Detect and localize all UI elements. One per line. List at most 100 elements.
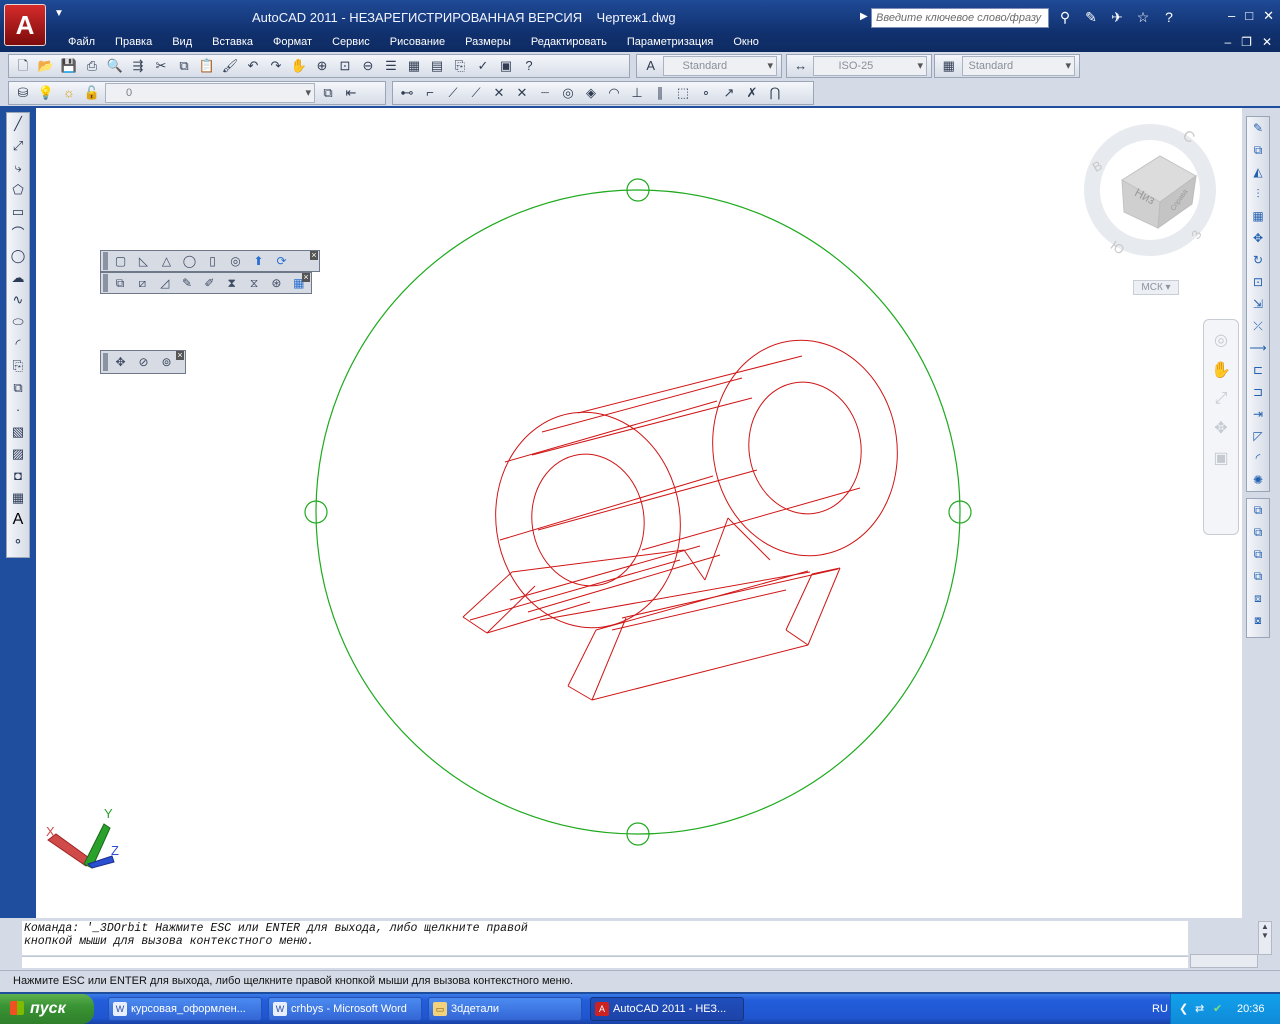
design-center-icon[interactable]: ▦ bbox=[404, 56, 424, 76]
stretch-icon[interactable]: ⇲ bbox=[1247, 293, 1269, 315]
box-icon[interactable]: ▢ bbox=[110, 252, 131, 270]
communication-icon[interactable]: ✈ bbox=[1107, 8, 1127, 26]
snap-from-icon[interactable]: ⌐ bbox=[420, 83, 440, 103]
revision-cloud-icon[interactable]: ☁ bbox=[7, 267, 29, 289]
hatch-icon[interactable]: ▧ bbox=[7, 421, 29, 443]
doc-minimize-button[interactable]: – bbox=[1224, 35, 1231, 49]
snap-nearest-icon[interactable]: ↗ bbox=[719, 83, 739, 103]
send-under-icon[interactable]: ⧉ bbox=[1247, 565, 1269, 587]
binoculars-icon[interactable]: ⚲ bbox=[1055, 8, 1075, 26]
make-current-layer-icon[interactable]: ⧉ bbox=[318, 83, 338, 103]
arc-icon[interactable]: ⌒ bbox=[7, 223, 29, 245]
minimize-button[interactable]: – bbox=[1228, 8, 1235, 24]
start-button[interactable]: пуск bbox=[0, 994, 94, 1024]
cut-icon[interactable]: ✂ bbox=[151, 56, 171, 76]
revolve-icon[interactable]: ⟳ bbox=[271, 252, 292, 270]
steering-wheel-icon[interactable]: ◎ bbox=[1204, 330, 1238, 350]
copy-object-icon[interactable]: ⧉ bbox=[1247, 139, 1269, 161]
table-style-icon[interactable]: ▦ bbox=[939, 56, 959, 76]
extract-edges-icon[interactable]: ✐ bbox=[199, 274, 219, 292]
taskbar-item-word[interactable]: Wcrhbys - Microsoft Word bbox=[268, 997, 422, 1021]
pan-icon[interactable]: ✋ bbox=[289, 56, 309, 76]
gradient-icon[interactable]: ▨ bbox=[7, 443, 29, 465]
zoom-window-icon[interactable]: ⊡ bbox=[335, 56, 355, 76]
favorites-icon[interactable]: ☆ bbox=[1133, 8, 1153, 26]
infocenter-expand-icon[interactable]: ▶ bbox=[860, 11, 868, 22]
clock[interactable]: 20:36 bbox=[1237, 994, 1265, 1024]
text-to-front-icon[interactable]: ⧈ bbox=[1247, 587, 1269, 609]
continuous-orbit-icon[interactable]: ⊚ bbox=[156, 353, 177, 371]
snap-extension-icon[interactable]: ┈ bbox=[535, 83, 555, 103]
offset-icon[interactable]: ⫶ bbox=[1247, 183, 1269, 205]
snap-midpoint-icon[interactable]: ⟋ bbox=[466, 83, 486, 103]
print-icon[interactable]: ⎙ bbox=[82, 56, 102, 76]
make-block-icon[interactable]: ⧉ bbox=[7, 377, 29, 399]
layer-lock-icon[interactable]: 🔓 bbox=[82, 83, 102, 103]
table-style-select[interactable]: Standard bbox=[961, 56, 1075, 76]
separate-icon[interactable]: ⧗ bbox=[222, 274, 242, 292]
dim-style-icon[interactable]: ↔ bbox=[791, 56, 810, 76]
doc-close-button[interactable]: ✕ bbox=[1262, 35, 1272, 49]
torus-icon[interactable]: ◎ bbox=[225, 252, 246, 270]
text-style-select[interactable]: Standard bbox=[663, 56, 777, 76]
snap-parallel-icon[interactable]: ∥ bbox=[650, 83, 670, 103]
menu-modify[interactable]: Редактировать bbox=[521, 36, 617, 48]
publish-icon[interactable]: ⇶ bbox=[128, 56, 148, 76]
menu-tools[interactable]: Сервис bbox=[322, 36, 380, 48]
circle-icon[interactable]: ◯ bbox=[7, 245, 29, 267]
send-to-back-icon[interactable]: ⧉ bbox=[1247, 521, 1269, 543]
markup-icon[interactable]: ✓ bbox=[473, 56, 493, 76]
text-style-icon[interactable]: A bbox=[641, 56, 660, 76]
break-at-point-icon[interactable]: ⊏ bbox=[1247, 359, 1269, 381]
layer-select[interactable]: 0 bbox=[105, 83, 315, 103]
maximize-button[interactable]: □ bbox=[1245, 8, 1253, 24]
properties-icon[interactable]: ☰ bbox=[381, 56, 401, 76]
copy-icon[interactable]: ⧉ bbox=[174, 56, 194, 76]
pan-nav-icon[interactable]: ✋ bbox=[1204, 360, 1238, 380]
security-icon[interactable]: ✔ bbox=[1213, 994, 1222, 1024]
cone-icon[interactable]: △ bbox=[156, 252, 177, 270]
command-scrollbar[interactable]: ▲ ▼ bbox=[1258, 921, 1272, 955]
construction-line-icon[interactable]: ⤢ bbox=[7, 135, 29, 157]
explode-icon[interactable]: ✺ bbox=[1247, 469, 1269, 491]
trim-icon[interactable]: ⤫ bbox=[1247, 315, 1269, 337]
layer-thaw-icon[interactable]: ☼ bbox=[59, 83, 79, 103]
ucs-menu-button[interactable]: МСК ▾ bbox=[1133, 280, 1179, 295]
snap-perpendicular-icon[interactable]: ⊥ bbox=[627, 83, 647, 103]
imprint-icon[interactable]: ✎ bbox=[177, 274, 197, 292]
toolbar-grip[interactable] bbox=[103, 252, 108, 270]
chamfer-icon[interactable]: ◸ bbox=[1247, 425, 1269, 447]
ellipse-icon[interactable]: ⬭ bbox=[7, 311, 29, 333]
doc-restore-button[interactable]: ❐ bbox=[1241, 35, 1252, 49]
polyline-icon[interactable]: ⤷ bbox=[7, 157, 29, 179]
polygon-icon[interactable]: ⬠ bbox=[7, 179, 29, 201]
match-properties-icon[interactable]: 🖌 bbox=[220, 56, 240, 76]
join-icon[interactable]: ⇥ bbox=[1247, 403, 1269, 425]
snap-insert-icon[interactable]: ⬚ bbox=[673, 83, 693, 103]
snap-center-icon[interactable]: ◎ bbox=[558, 83, 578, 103]
extrude-icon[interactable]: ⬆ bbox=[248, 252, 269, 270]
subscription-icon[interactable]: ✎ bbox=[1081, 8, 1101, 26]
taskbar-item-word-doc[interactable]: Wкурсовая_оформлен... bbox=[108, 997, 262, 1021]
thicken-icon[interactable]: ◿ bbox=[155, 274, 175, 292]
new-icon[interactable]: 🗋 bbox=[13, 56, 33, 76]
line-icon[interactable]: ╱ bbox=[7, 113, 29, 135]
array-icon[interactable]: ▦ bbox=[1247, 205, 1269, 227]
rectangle-icon[interactable]: ▭ bbox=[7, 201, 29, 223]
save-icon[interactable]: 💾 bbox=[59, 56, 79, 76]
layer-previous-icon[interactable]: ⇤ bbox=[341, 83, 361, 103]
sheet-set-icon[interactable]: ⎘ bbox=[450, 56, 470, 76]
model-space-viewport[interactable]: X Y Z Низ Справа С В З Ю bbox=[36, 108, 1242, 918]
toolbar-close-icon[interactable]: × bbox=[302, 273, 310, 282]
bring-above-icon[interactable]: ⧉ bbox=[1247, 543, 1269, 565]
open-icon[interactable]: 📂 bbox=[36, 56, 56, 76]
layer-properties-icon[interactable]: ⛁ bbox=[13, 83, 33, 103]
menu-parametric[interactable]: Параметризация bbox=[617, 36, 723, 48]
search-input[interactable]: Введите ключевое слово/фразу bbox=[871, 8, 1049, 28]
snap-none-icon[interactable]: ✗ bbox=[742, 83, 762, 103]
taskbar-item-autocad[interactable]: A AutoCAD 2011 - НЕЗ... bbox=[590, 997, 744, 1021]
quick-access-dropdown-icon[interactable]: ▼ bbox=[54, 8, 64, 19]
hatch-to-back-icon[interactable]: ⧇ bbox=[1247, 609, 1269, 631]
toolbar-close-icon[interactable]: × bbox=[310, 251, 318, 260]
clean-icon[interactable]: ⧖ bbox=[244, 274, 264, 292]
